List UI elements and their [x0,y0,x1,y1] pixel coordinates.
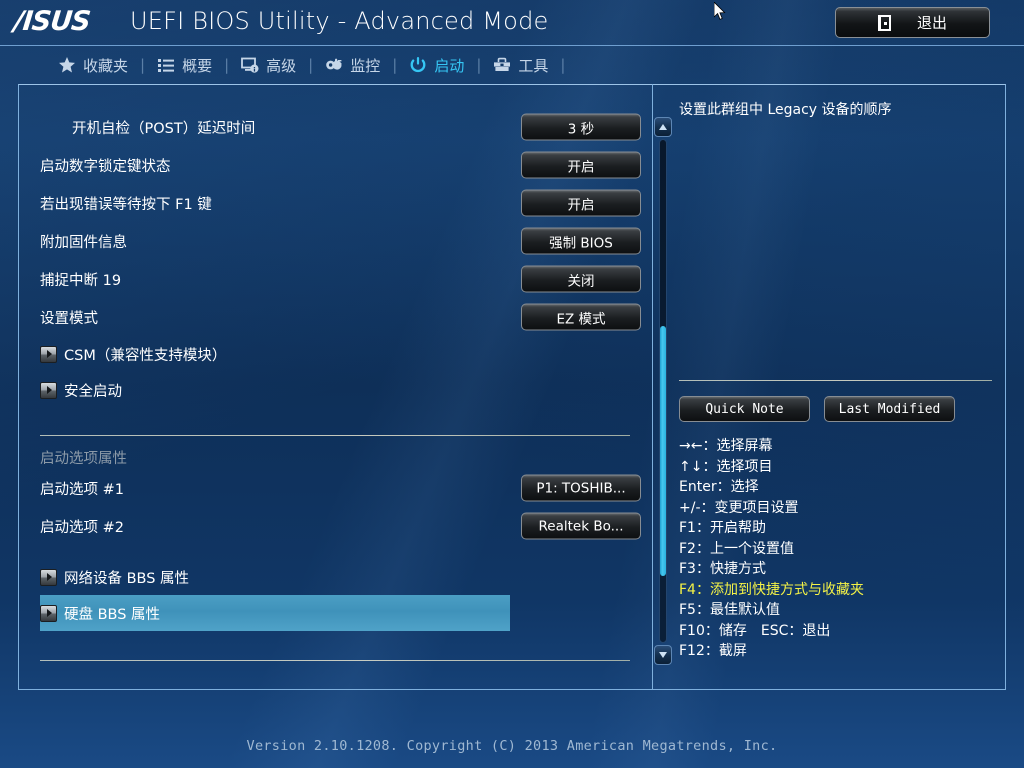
setting-value-button[interactable]: EZ 模式 [521,303,641,331]
submenu-network-bbs[interactable]: 网络设备 BBS 属性 [18,559,652,595]
last-modified-button[interactable]: Last Modified [824,396,955,422]
setting-value-button[interactable]: 开启 [521,151,641,179]
hotkey-line: ↑↓：选择项目 [679,458,773,475]
help-panel: 设置此群组中 Legacy 设备的顺序 Quick Note Last Modi… [652,84,1006,690]
hotkey-line: Enter：选择 [679,479,759,495]
hotkey-line: F1：开启帮助 [679,520,766,536]
list-icon [157,56,175,74]
setting-value-button[interactable]: 开启 [521,189,641,217]
setting-label: 开机自检（POST）延迟时间 [72,120,256,137]
asus-logo: /ISUS [12,6,92,37]
tab-favorites-label: 收藏夹 [83,56,129,75]
hotkey-line: →←：选择屏幕 [679,438,773,454]
setting-value-button[interactable]: 强制 BIOS [521,227,641,255]
page-title: UEFI BIOS Utility - Advanced Mode [130,7,549,35]
setting-value-button[interactable]: 关闭 [521,265,641,293]
hotkey-line: F3：快捷方式 [679,561,766,577]
title-bar: /ISUS UEFI BIOS Utility - Advanced Mode … [0,0,1024,46]
setting-row[interactable]: 附加固件信息 强制 BIOS [18,222,652,260]
settings-panel: 开机自检（POST）延迟时间 3 秒 启动数字锁定键状态 开启 若出现错误等待按… [18,84,672,690]
hotkey-line: F12：截屏 [679,643,747,659]
nav-separator: | [560,56,566,74]
bios-screen: /ISUS UEFI BIOS Utility - Advanced Mode … [0,0,1024,768]
submenu-label: 硬盘 BBS 属性 [64,606,161,623]
monitor-info-icon [241,56,259,74]
hotkey-line-highlighted: F4：添加到快捷方式与收藏夹 [679,581,864,598]
hotkey-legend: →←：选择屏幕 ↑↓：选择项目 Enter：选择 +/-：变更项目设置 F1：开… [679,436,864,662]
hotkey-line: F2：上一个设置值 [679,540,794,557]
setting-label: 设置模式 [40,310,98,327]
tab-favorites[interactable]: 收藏夹 [46,46,140,84]
hotkey-line: +/-：变更项目设置 [679,499,799,516]
quick-note-button[interactable]: Quick Note [679,396,810,422]
star-icon [58,56,76,74]
boot-option-label: 启动选项 #2 [40,519,124,536]
boot-option-row[interactable]: 启动选项 #1 P1: TOSHIB... [18,469,652,507]
setting-row[interactable]: 设置模式 EZ 模式 [18,298,652,336]
submenu-label: 安全启动 [64,383,122,400]
setting-label: 附加固件信息 [40,234,127,251]
bottom-divider [40,660,630,661]
boot-option-value-button[interactable]: Realtek Bo... [521,512,641,540]
thermometer-icon [325,56,343,74]
chevron-right-icon [40,345,57,363]
exit-button-label: 退出 [916,14,947,32]
content-area: 开机自检（POST）延迟时间 3 秒 启动数字锁定键状态 开启 若出现错误等待按… [18,84,1006,690]
exit-button[interactable]: 退出 [835,7,990,38]
setting-value-button[interactable]: 3 秒 [521,113,641,141]
tab-main-label: 概要 [182,56,213,75]
setting-row[interactable]: 启动数字锁定键状态 开启 [18,146,652,184]
tab-main[interactable]: 概要 [145,46,224,84]
door-exit-icon [877,14,891,31]
chevron-right-icon [40,381,57,399]
tab-advanced-label: 高级 [266,56,297,75]
power-icon [409,56,427,74]
submenu-csm[interactable]: CSM（兼容性支持模块） [18,336,652,372]
footer-version: Version 2.10.1208. Copyright (C) 2013 Am… [246,738,778,754]
boot-option-row[interactable]: 启动选项 #2 Realtek Bo... [18,507,652,545]
help-buttons: Quick Note Last Modified [679,396,955,422]
toolbox-icon [493,56,511,74]
setting-row[interactable]: 开机自检（POST）延迟时间 3 秒 [18,108,652,146]
tab-advanced[interactable]: 高级 [229,46,308,84]
tab-boot[interactable]: 启动 [397,46,476,84]
hotkey-line: F5：最佳默认值 [679,602,780,618]
setting-row[interactable]: 捕捉中断 19 关闭 [18,260,652,298]
boot-option-label: 启动选项 #1 [40,481,124,498]
chevron-right-icon [40,604,57,622]
nav-tabs: 收藏夹 | 概要 | 高级 | 监控 | 启动 | 工具 | [0,46,1024,84]
tab-tool-label: 工具 [518,56,549,75]
help-text: 设置此群组中 Legacy 设备的顺序 [679,102,892,118]
tab-boot-label: 启动 [434,56,465,75]
chevron-right-icon [40,568,57,586]
hotkey-line: F10：储存 ESC：退出 [679,622,831,639]
help-divider [679,380,992,381]
section-divider [40,435,630,436]
submenu-label: 网络设备 BBS 属性 [64,570,190,587]
section-header: 启动选项属性 [40,450,127,467]
setting-label: 若出现错误等待按下 F1 键 [40,196,212,213]
submenu-secure-boot[interactable]: 安全启动 [18,372,652,408]
tab-tool[interactable]: 工具 [481,46,560,84]
submenu-label: CSM（兼容性支持模块） [64,347,227,364]
setting-label: 启动数字锁定键状态 [40,158,171,175]
tab-monitor-label: 监控 [350,56,381,75]
setting-row[interactable]: 若出现错误等待按下 F1 键 开启 [18,184,652,222]
boot-option-value-button[interactable]: P1: TOSHIB... [521,474,641,502]
setting-label: 捕捉中断 19 [40,272,122,289]
submenu-hard-drive-bbs[interactable]: 硬盘 BBS 属性 [40,595,510,631]
tab-monitor[interactable]: 监控 [313,46,392,84]
